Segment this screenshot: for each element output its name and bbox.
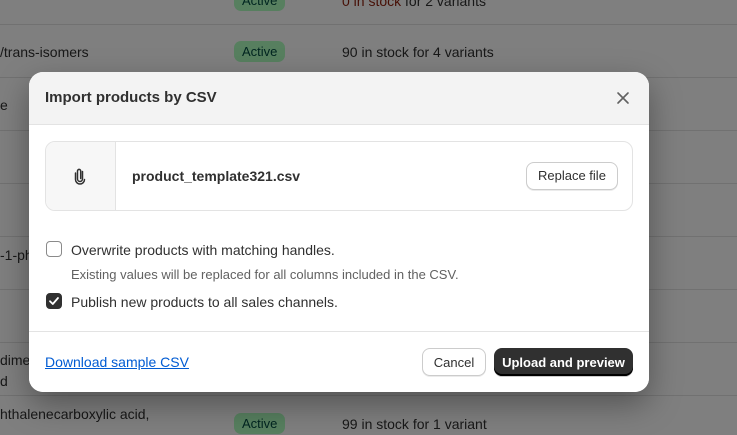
- overwrite-label[interactable]: Overwrite products with matching handles…: [71, 242, 335, 258]
- paperclip-icon: [72, 167, 88, 190]
- modal-title: Import products by CSV: [45, 89, 217, 106]
- overwrite-help-text: Existing values will be replaced for all…: [71, 267, 459, 282]
- cancel-button[interactable]: Cancel: [422, 348, 486, 376]
- replace-file-button[interactable]: Replace file: [526, 162, 618, 190]
- close-icon[interactable]: [614, 89, 632, 107]
- download-sample-link[interactable]: Download sample CSV: [45, 354, 189, 370]
- file-thumbnail: [46, 142, 116, 210]
- import-csv-modal: Import products by CSV product_template3…: [29, 72, 649, 392]
- file-name: product_template321.csv: [132, 168, 301, 184]
- file-card: product_template321.csv Replace file: [45, 141, 633, 211]
- upload-and-preview-button[interactable]: Upload and preview: [494, 348, 633, 376]
- overwrite-checkbox[interactable]: [46, 241, 62, 257]
- modal-footer: Download sample CSV Cancel Upload and pr…: [29, 331, 649, 392]
- publish-label[interactable]: Publish new products to all sales channe…: [71, 294, 338, 310]
- modal-header: Import products by CSV: [29, 72, 649, 125]
- products-page: Active 0 in stock for 2 variants /trans-…: [0, 0, 737, 435]
- publish-checkbox[interactable]: [46, 293, 62, 309]
- checkmark-icon: [49, 297, 59, 305]
